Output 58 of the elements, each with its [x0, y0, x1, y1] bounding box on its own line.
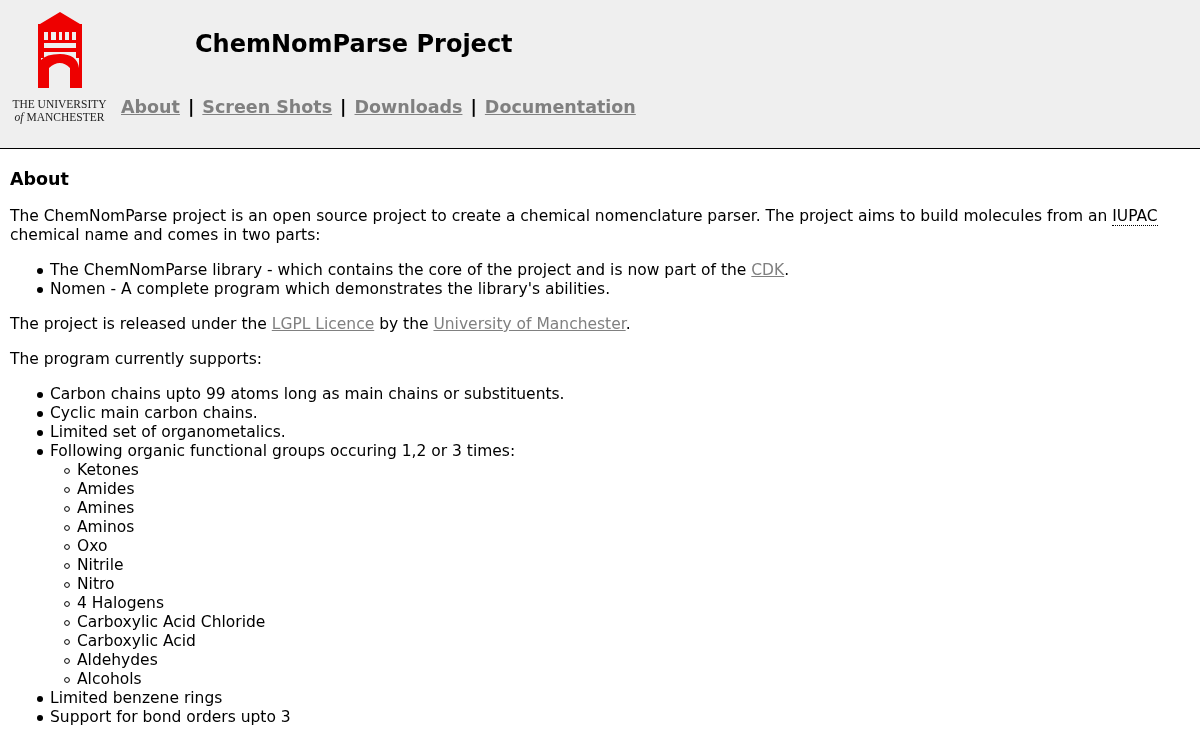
- list-item: Carboxylic Acid: [77, 632, 196, 651]
- bullet-icon: [37, 411, 43, 417]
- nav-link[interactable]: About: [121, 98, 180, 117]
- paragraph: The program currently supports:: [10, 350, 263, 369]
- page-title: ChemNomParse Project: [195, 30, 514, 58]
- bullet-icon: [64, 582, 70, 588]
- bullet-icon: [64, 677, 70, 683]
- bullet-icon: [37, 392, 43, 398]
- nav-link[interactable]: Downloads: [354, 98, 463, 117]
- logo-text: of MANCHESTER: [14, 111, 105, 124]
- list-item: The ChemNomParse library - which contains the core of the project and is now part of the CDK.: [50, 261, 790, 280]
- bullet-icon: [64, 544, 70, 550]
- nav-link[interactable]: Documentation: [484, 98, 636, 117]
- link[interactable]: LGPL Licence: [271, 315, 375, 333]
- list-item: Cyclic main carbon chains.: [50, 404, 258, 423]
- bullet-icon: [64, 639, 70, 645]
- abbreviation: IUPAC: [1112, 207, 1158, 226]
- paragraph: The ChemNomParse project is an open source project to create a chemical nomenclature parser. The project aims to build molecules from an IUPAC chemical name and comes in two parts:: [10, 207, 1159, 245]
- bullet-icon: [64, 601, 70, 607]
- link[interactable]: University of Manchester: [433, 315, 626, 333]
- bullet-icon: [64, 525, 70, 531]
- bullet-icon: [64, 487, 70, 493]
- bullet-icon: [37, 715, 43, 721]
- logo-text: THE UNIVERSITY: [12, 98, 107, 111]
- list-item: Aldehydes: [77, 651, 158, 670]
- list-item: Alcohols: [77, 670, 142, 689]
- list-item: Following organic functional groups occuring 1,2 or 3 times:: [50, 442, 516, 461]
- list-item: Aminos: [77, 518, 135, 537]
- separator: |: [187, 98, 195, 117]
- bullet-icon: [64, 620, 70, 626]
- list-item: Amines: [77, 499, 135, 518]
- list-item: Carbon chains upto 99 atoms long as main chains or substituents.: [50, 385, 565, 404]
- list-item: Nitro: [77, 575, 115, 594]
- list-item: Carboxylic Acid Chloride: [77, 613, 266, 632]
- list-item: Oxo: [77, 537, 108, 556]
- link[interactable]: CDK: [751, 261, 785, 279]
- list-item: Support for bond orders upto 3: [50, 708, 291, 727]
- bullet-icon: [37, 287, 43, 293]
- list-item: Amides: [77, 480, 135, 499]
- bullet-icon: [37, 449, 43, 455]
- list-item: Ketones: [77, 461, 139, 480]
- list-item: Limited set of organometalics.: [50, 423, 286, 442]
- section-heading: About: [10, 168, 70, 190]
- list-item: Nomen - A complete program which demonstrates the library's abilities.: [50, 280, 611, 299]
- bullet-icon: [64, 658, 70, 664]
- paragraph: The project is released under the LGPL Licence by the University of Manchester.: [10, 315, 632, 334]
- list-item: 4 Halogens: [77, 594, 164, 613]
- separator: |: [470, 98, 477, 117]
- nav-link[interactable]: Screen Shots: [202, 98, 333, 117]
- list-item: Limited benzene rings: [50, 689, 223, 708]
- bullet-icon: [37, 430, 43, 436]
- list-item: Nitrile: [77, 556, 124, 575]
- bullet-icon: [37, 268, 43, 274]
- separator: |: [340, 98, 347, 117]
- bullet-icon: [64, 506, 70, 512]
- bullet-icon: [64, 563, 70, 569]
- bullet-icon: [37, 696, 43, 702]
- bullet-icon: [64, 468, 70, 474]
